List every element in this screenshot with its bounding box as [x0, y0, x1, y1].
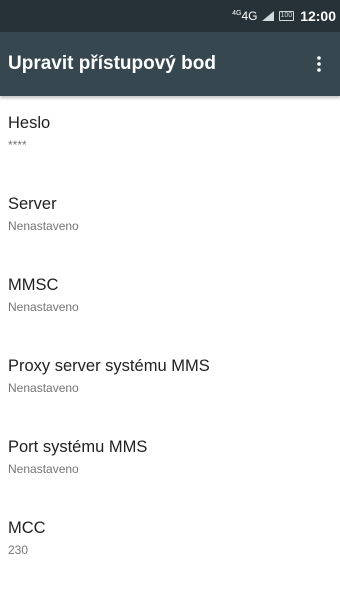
- item-title: Port systému MMS: [8, 438, 148, 456]
- item-title: MCC: [8, 519, 46, 537]
- network-type: 4G4G: [232, 9, 258, 23]
- apn-settings-list: Heslo **** Server Nenastaveno MMSC Nenas…: [0, 96, 340, 586]
- item-summary: 230: [8, 543, 29, 557]
- status-bar: 4G4G 100 12:00: [0, 0, 340, 32]
- list-item-server[interactable]: Server Nenastaveno: [0, 181, 340, 262]
- list-item-mmsc[interactable]: MMSC Nenastaveno: [0, 262, 340, 343]
- page-title: Upravit přístupový bod: [8, 53, 216, 74]
- battery-icon: 100: [278, 11, 295, 21]
- list-item-password[interactable]: Heslo ****: [0, 100, 340, 181]
- item-summary: Nenastaveno: [8, 219, 79, 233]
- item-title: Proxy server systému MMS: [8, 357, 210, 375]
- item-summary: Nenastaveno: [8, 381, 79, 395]
- item-summary: Nenastaveno: [8, 462, 79, 476]
- item-title: Server: [8, 195, 57, 213]
- list-item-mms-proxy[interactable]: Proxy server systému MMS Nenastaveno: [0, 343, 340, 424]
- item-summary: Nenastaveno: [8, 300, 79, 314]
- clock: 12:00: [300, 8, 336, 24]
- signal-icon: [261, 11, 274, 21]
- more-vert-icon[interactable]: [310, 52, 328, 76]
- list-item-mcc[interactable]: MCC 230: [0, 505, 340, 586]
- list-item-mms-port[interactable]: Port systému MMS Nenastaveno: [0, 424, 340, 505]
- item-title: MMSC: [8, 276, 59, 294]
- item-title: Heslo: [8, 114, 51, 132]
- item-summary: ****: [8, 138, 27, 152]
- app-bar: Upravit přístupový bod: [0, 32, 340, 96]
